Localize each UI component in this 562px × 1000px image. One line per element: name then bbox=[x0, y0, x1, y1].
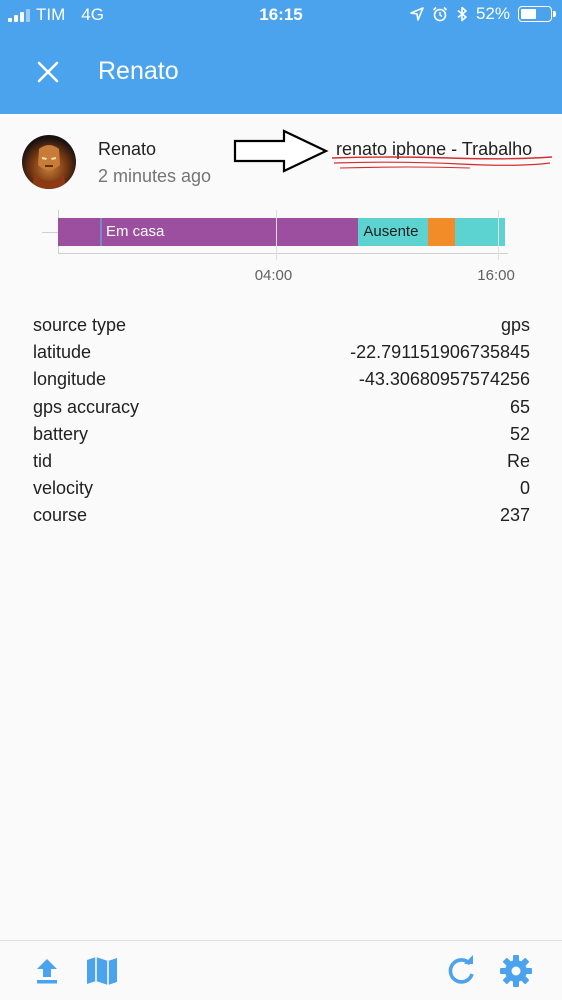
timeline-tick-label: 04:00 bbox=[254, 267, 293, 284]
attribute-key: tid bbox=[33, 450, 53, 471]
attribute-value: 65 bbox=[509, 396, 530, 417]
timeline-segment-label: Ausente bbox=[363, 223, 419, 240]
upload-button[interactable] bbox=[28, 952, 66, 990]
close-button[interactable] bbox=[28, 52, 68, 92]
iron-man-avatar-icon bbox=[32, 145, 66, 189]
attributes-list: source type gps latitude -22.79115190673584… bbox=[33, 312, 530, 530]
attribute-row: longitude -43.30680957574256 bbox=[33, 366, 530, 393]
timeline-axis bbox=[58, 253, 508, 254]
attribute-value: 52 bbox=[509, 423, 530, 444]
timeline-segment[interactable] bbox=[427, 218, 455, 246]
attribute-key: source type bbox=[33, 315, 127, 335]
status-bar: TIM 4G 16:15 52% bbox=[0, 0, 562, 30]
last-seen-text: 2 minutes ago bbox=[98, 166, 212, 186]
right-arrow-icon bbox=[233, 129, 329, 173]
timeline-tick-label: 16:00 bbox=[477, 267, 515, 284]
avatar bbox=[22, 135, 76, 189]
attribute-row: battery 52 bbox=[33, 421, 530, 448]
close-icon bbox=[37, 61, 59, 83]
attribute-key: velocity bbox=[33, 478, 94, 499]
upload-icon bbox=[37, 959, 57, 984]
attribute-key: course bbox=[33, 505, 88, 526]
attribute-row: course 237 bbox=[33, 502, 530, 529]
settings-icon bbox=[500, 955, 532, 987]
red-underline-mark bbox=[331, 156, 553, 169]
map-button[interactable] bbox=[83, 952, 121, 990]
timeline-segment-label bbox=[428, 223, 433, 240]
attribute-value: 237 bbox=[499, 505, 530, 526]
attribute-value: gps bbox=[500, 315, 530, 335]
attribute-value: Re bbox=[506, 450, 530, 471]
timeline-segment-label bbox=[455, 223, 460, 240]
timeline-marker bbox=[100, 218, 102, 246]
settings-button[interactable] bbox=[497, 952, 535, 990]
page-title: Renato bbox=[98, 57, 179, 85]
timeline-segment-label: Em casa bbox=[106, 223, 165, 240]
timeline-segment[interactable]: Ausente bbox=[358, 218, 428, 246]
map-icon bbox=[87, 957, 117, 985]
attribute-key: battery bbox=[33, 423, 89, 444]
refresh-button[interactable] bbox=[442, 952, 480, 990]
entity-name: Renato bbox=[98, 139, 157, 159]
attribute-key: gps accuracy bbox=[33, 396, 140, 417]
alarm-icon bbox=[432, 6, 448, 22]
bluetooth-icon bbox=[457, 6, 467, 22]
timeline-segment[interactable]: Em casa bbox=[58, 218, 359, 246]
attribute-value: -22.791151906735845 bbox=[350, 342, 530, 363]
attribute-row: source type gps bbox=[33, 312, 530, 339]
refresh-icon bbox=[448, 955, 474, 984]
attribute-key: latitude bbox=[33, 342, 92, 363]
attribute-row: gps accuracy 65 bbox=[33, 394, 530, 421]
attribute-row: velocity 0 bbox=[33, 475, 530, 502]
battery-icon bbox=[518, 6, 556, 22]
status-right: 52% bbox=[410, 4, 556, 24]
attribute-key: longitude bbox=[33, 369, 107, 390]
app-bar: Renato bbox=[0, 30, 562, 114]
timeline-tick-line bbox=[275, 210, 277, 260]
timeline-left-guide bbox=[42, 232, 58, 233]
attribute-row: latitude -22.791151906735845 bbox=[33, 339, 530, 366]
timeline-tick-line bbox=[498, 210, 500, 260]
battery-percent: 52% bbox=[475, 4, 510, 23]
location-arrow-icon bbox=[410, 7, 424, 21]
attribute-value: -43.30680957574256 bbox=[358, 369, 530, 390]
history-timeline: Em casa Ausente 04:00 16:00 bbox=[42, 210, 522, 290]
attribute-value: 0 bbox=[519, 478, 530, 499]
bottom-bar bbox=[0, 940, 562, 1000]
attribute-row: tid Re bbox=[33, 448, 530, 475]
